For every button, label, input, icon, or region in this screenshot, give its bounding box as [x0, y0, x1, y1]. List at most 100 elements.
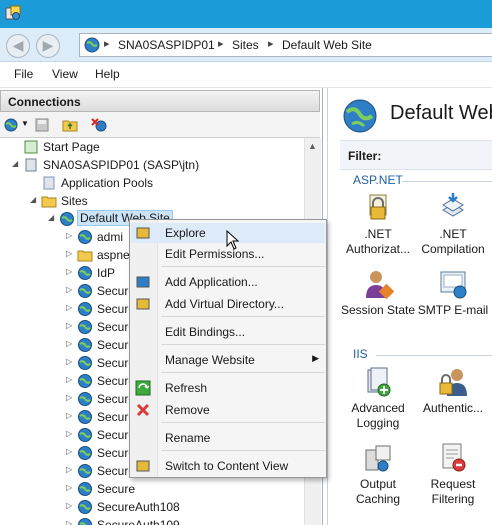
collapse-arrow-icon[interactable]: ◢: [30, 195, 38, 205]
menu-item-label: Refresh: [165, 381, 208, 395]
menu-item-add-application[interactable]: Add Application...: [131, 272, 325, 292]
app-pools-icon: [43, 176, 55, 190]
compilation-icon: [442, 193, 464, 217]
expand-arrow-icon[interactable]: ▷: [66, 285, 74, 295]
lock-icon: [369, 194, 387, 220]
explore-icon: [136, 227, 150, 239]
web-app-icon: [78, 284, 92, 298]
filter-bar[interactable]: Filter:: [340, 140, 492, 170]
scroll-up-icon[interactable]: ▲: [308, 141, 317, 151]
menu-item-label: Switch to Content View: [165, 459, 289, 473]
refresh-icon: [135, 380, 151, 396]
breadcrumb-default-web-site[interactable]: Default Web Site: [282, 38, 372, 52]
up-folder-icon[interactable]: [62, 117, 78, 133]
menu-item-refresh[interactable]: Refresh: [131, 378, 325, 398]
content-view-icon: [136, 460, 150, 472]
tree-node-label: Secure: [97, 482, 136, 496]
chevron-down-icon[interactable]: ▼: [21, 119, 29, 128]
feature-session-state[interactable]: Session State: [338, 268, 418, 318]
feature-output-caching[interactable]: Output Caching: [338, 442, 418, 507]
menu-item-edit-bindings[interactable]: Edit Bindings...: [131, 322, 325, 342]
menu-view[interactable]: View: [52, 67, 78, 81]
sites-folder-icon: [41, 196, 57, 208]
web-app-icon: [78, 518, 92, 525]
web-app-icon: [78, 464, 92, 478]
expand-arrow-icon[interactable]: ▷: [66, 483, 74, 493]
mouse-cursor-icon: [226, 230, 240, 250]
expand-arrow-icon[interactable]: ▷: [66, 411, 74, 421]
menu-help[interactable]: Help: [95, 67, 120, 81]
feature-advanced-logging[interactable]: Advanced Logging: [338, 366, 418, 431]
collapse-arrow-icon[interactable]: ◢: [48, 213, 56, 223]
tree-node-label: aspne: [97, 248, 130, 262]
collapse-arrow-icon: [12, 141, 20, 151]
web-app-icon: [78, 374, 92, 388]
tree-node-label: admi: [97, 230, 124, 244]
menu-item-add-virtual-directory[interactable]: Add Virtual Directory...: [131, 294, 325, 314]
menu-item-label: Manage Website: [165, 353, 255, 367]
menu-item-label: Edit Permissions...: [165, 247, 265, 261]
feature-request-filtering[interactable]: Request Filtering: [413, 442, 492, 507]
connections-header: Connections: [0, 90, 320, 112]
menu-separator: [161, 422, 325, 423]
expand-arrow-icon[interactable]: ▷: [66, 447, 74, 457]
feature-label: Output Caching: [355, 477, 401, 506]
feature-net-compilation[interactable]: .NET Compilation: [413, 192, 492, 257]
tree-node-label: SecureAuth108: [97, 500, 180, 514]
expand-arrow-icon[interactable]: ▷: [66, 249, 74, 259]
expand-arrow-icon[interactable]: ▷: [66, 357, 74, 367]
feature-label: SMTP E-mail: [417, 303, 489, 317]
expand-arrow-icon[interactable]: ▷: [66, 519, 74, 525]
address-bar[interactable]: ▸ SNA0SASPIDP01 ▸ Sites ▸ Default Web Si…: [79, 33, 492, 57]
expand-arrow-icon[interactable]: ▷: [66, 429, 74, 439]
expand-arrow-icon[interactable]: ▷: [66, 303, 74, 313]
expand-arrow-icon[interactable]: ▷: [66, 465, 74, 475]
section-divider: [402, 181, 492, 182]
save-icon[interactable]: [34, 117, 50, 133]
session-state-icon: [366, 271, 394, 300]
breadcrumb-server[interactable]: SNA0SASPIDP01: [118, 38, 215, 52]
menu-item-label: Add Application...: [165, 275, 258, 289]
feature-label: .NET Compilation: [421, 227, 485, 256]
expand-arrow-icon[interactable]: ▷: [66, 321, 74, 331]
menu-item-label: Edit Bindings...: [165, 325, 246, 339]
features-panel: Default Web Filter: ASP.NET .NET Authori…: [327, 88, 492, 525]
feature-authentication[interactable]: Authentic...: [413, 366, 492, 416]
section-iis: IIS: [353, 347, 368, 361]
menu-separator: [161, 450, 325, 451]
expand-arrow-icon[interactable]: ▷: [66, 501, 74, 511]
menu-item-switch-to-content-view[interactable]: Switch to Content View: [131, 456, 325, 476]
menu-file[interactable]: File: [14, 67, 33, 81]
iis-app-icon: [5, 5, 21, 20]
menu-separator: [161, 316, 325, 317]
menu-item-remove[interactable]: Remove: [131, 400, 325, 420]
feature-net-authorization[interactable]: .NET Authorizat...: [338, 192, 418, 257]
menu-item-manage-website[interactable]: Manage Website ▶: [131, 350, 325, 370]
page-title: Default Web: [390, 102, 492, 124]
expand-arrow-icon[interactable]: ▷: [66, 339, 74, 349]
breadcrumb-sites[interactable]: Sites: [232, 38, 259, 52]
connect-globe-icon[interactable]: [4, 117, 20, 133]
feature-smtp-email[interactable]: SMTP E-mail: [413, 268, 492, 318]
feature-label: .NET Authorizat...: [345, 227, 411, 256]
disconnect-icon[interactable]: [91, 117, 107, 133]
expand-arrow-icon[interactable]: ▷: [66, 231, 74, 241]
web-app-icon: [78, 392, 92, 406]
menu-item-label: Remove: [165, 403, 210, 417]
collapse-arrow-icon[interactable]: ◢: [12, 159, 20, 169]
menu-item-label: Rename: [165, 431, 211, 445]
add-virtual-directory-icon: [136, 298, 150, 310]
globe-icon: [84, 37, 100, 53]
request-filtering-icon: [442, 443, 466, 472]
forward-button[interactable]: ▶: [36, 34, 60, 58]
expand-arrow-icon[interactable]: ▷: [66, 375, 74, 385]
web-app-icon: [78, 230, 92, 244]
expand-arrow-icon[interactable]: ▷: [66, 267, 74, 277]
connections-toolbar: ▼: [0, 112, 320, 138]
remove-icon: [136, 403, 150, 417]
expand-arrow-icon[interactable]: ▷: [66, 393, 74, 403]
back-button[interactable]: ◀: [6, 34, 30, 58]
menu-item-rename[interactable]: Rename: [131, 428, 325, 448]
web-app-icon: [78, 482, 92, 496]
web-app-icon: [78, 410, 92, 424]
